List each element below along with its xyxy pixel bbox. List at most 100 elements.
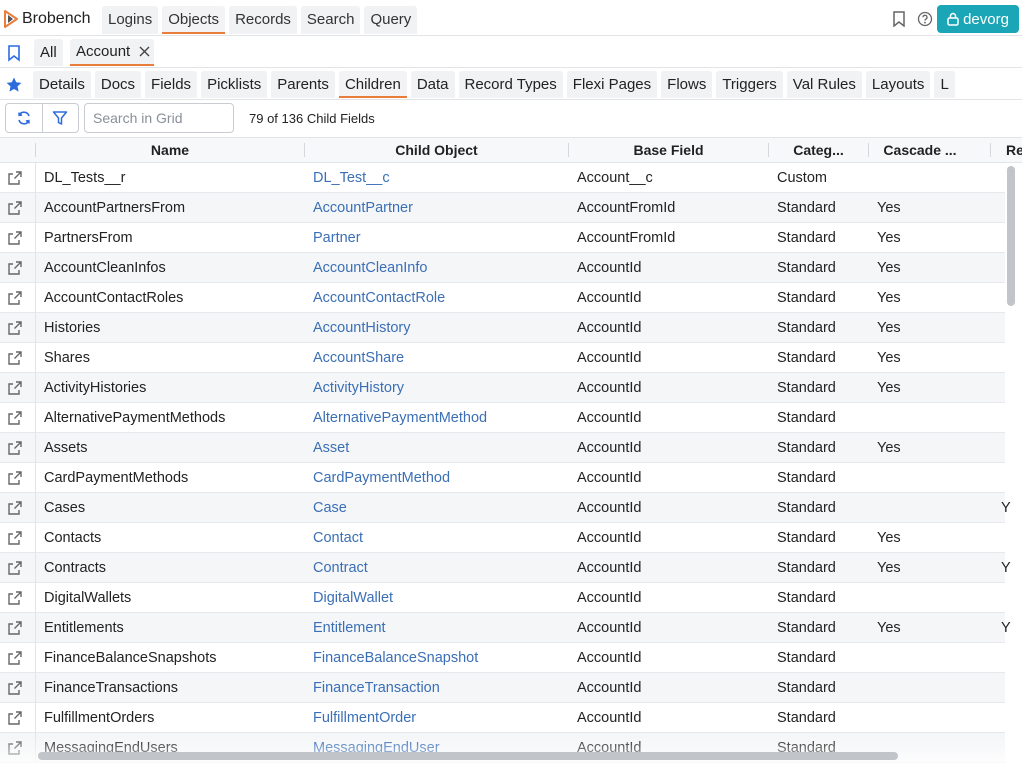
table-row[interactable]: AccountPartnersFrom AccountPartner Accou…	[0, 193, 1005, 223]
nav-tab-objects[interactable]: Objects	[162, 6, 226, 34]
bookmark-icon[interactable]	[890, 10, 908, 28]
open-in-new-icon[interactable]	[7, 410, 23, 426]
open-in-new-icon[interactable]	[7, 170, 23, 186]
cell-base-field: AccountId	[577, 440, 642, 456]
open-in-new-icon[interactable]	[7, 320, 23, 336]
table-row[interactable]: Contacts Contact AccountId Standard Yes	[0, 523, 1005, 553]
tab-children[interactable]: Children	[338, 71, 407, 98]
table-row[interactable]: Entitlements Entitlement AccountId Stand…	[0, 613, 1011, 643]
cell-child-object-link[interactable]: ActivityHistory	[313, 373, 568, 403]
table-row[interactable]: Contracts Contract AccountId Standard Ye…	[0, 553, 1011, 583]
open-in-new-icon[interactable]	[7, 500, 23, 516]
nav-tab-records[interactable]: Records	[229, 6, 297, 34]
open-in-new-icon[interactable]	[7, 380, 23, 396]
cell-relationship	[1001, 523, 1011, 553]
table-row[interactable]: FinanceTransactions FinanceTransaction A…	[0, 673, 1005, 703]
cell-child-object-link[interactable]: Asset	[313, 433, 568, 463]
tab-fields[interactable]: Fields	[145, 71, 198, 98]
table-row[interactable]: Cases Case AccountId Standard Y	[0, 493, 1011, 523]
org-button[interactable]: devorg	[937, 5, 1019, 33]
open-in-new-icon[interactable]	[7, 680, 23, 696]
cell-child-object-link[interactable]: Partner	[313, 223, 568, 253]
open-in-new-icon[interactable]	[7, 440, 23, 456]
cell-child-object-link[interactable]: FinanceTransaction	[313, 673, 568, 703]
open-in-new-icon[interactable]	[7, 290, 23, 306]
open-in-new-icon[interactable]	[7, 530, 23, 546]
open-in-new-icon[interactable]	[7, 230, 23, 246]
tab-triggers[interactable]: Triggers	[716, 71, 783, 98]
cell-child-object-link[interactable]: Case	[313, 493, 568, 523]
column-header-cascade-delete[interactable]: Cascade ...	[869, 138, 971, 162]
help-icon[interactable]	[916, 10, 934, 28]
open-in-new-icon[interactable]	[7, 650, 23, 666]
brand[interactable]: Brobench	[3, 8, 91, 30]
horizontal-scrollbar[interactable]	[38, 752, 898, 760]
nav-tab-logins[interactable]: Logins	[102, 6, 159, 34]
table-row[interactable]: Histories AccountHistory AccountId Stand…	[0, 313, 1005, 343]
filter-button[interactable]	[41, 104, 78, 132]
cell-child-object-link[interactable]: AlternativePaymentMethod	[313, 403, 568, 433]
cell-child-object-link[interactable]: AccountCleanInfo	[313, 253, 568, 283]
cell-name: Entitlements	[44, 620, 124, 636]
cell-child-object-link[interactable]: AccountContactRole	[313, 283, 568, 313]
column-header-base-field[interactable]: Base Field	[569, 138, 768, 162]
tab-flexi-pages[interactable]: Flexi Pages	[566, 71, 658, 98]
nav-tab-query[interactable]: Query	[364, 6, 418, 34]
close-icon[interactable]	[138, 46, 150, 58]
tab-layouts[interactable]: Layouts	[865, 71, 931, 98]
cell-child-object-link[interactable]: Entitlement	[313, 613, 568, 643]
star-icon[interactable]	[5, 76, 23, 94]
cell-child-object-link[interactable]: AccountShare	[313, 343, 568, 373]
cell-child-object-link[interactable]: FinanceBalanceSnapshot	[313, 643, 568, 673]
cell-child-object-link[interactable]: DL_Test__c	[313, 163, 568, 193]
open-in-new-icon[interactable]	[7, 710, 23, 726]
open-in-new-icon[interactable]	[7, 200, 23, 216]
refresh-button[interactable]	[6, 104, 42, 132]
table-row[interactable]: PartnersFrom Partner AccountFromId Stand…	[0, 223, 1005, 253]
open-in-new-icon[interactable]	[7, 470, 23, 486]
search-input[interactable]	[84, 103, 234, 133]
object-tab-account[interactable]: Account	[70, 39, 155, 66]
open-in-new-icon[interactable]	[7, 560, 23, 576]
cell-child-object-link[interactable]: CardPaymentMethod	[313, 463, 568, 493]
table-row[interactable]: FulfillmentOrders FulfillmentOrder Accou…	[0, 703, 1005, 733]
table-row[interactable]: DL_Tests__r DL_Test__c Account__c Custom	[0, 163, 1005, 193]
tab-data[interactable]: Data	[410, 71, 455, 98]
cell-child-object-link[interactable]: AccountHistory	[313, 313, 568, 343]
bookmark-object-icon[interactable]	[6, 44, 22, 62]
column-header-category[interactable]: Categ...	[769, 138, 868, 162]
vertical-scrollbar[interactable]	[1007, 166, 1015, 306]
open-in-new-icon[interactable]	[7, 620, 23, 636]
open-in-new-icon[interactable]	[7, 590, 23, 606]
open-in-new-icon[interactable]	[7, 260, 23, 276]
cell-child-object-link[interactable]: Contact	[313, 523, 568, 553]
tab-val-rules[interactable]: Val Rules	[786, 71, 862, 98]
tab-record-types[interactable]: Record Types	[458, 71, 563, 98]
tab-details[interactable]: Details	[33, 71, 91, 98]
open-in-new-icon[interactable]	[7, 740, 23, 756]
table-row[interactable]: Assets Asset AccountId Standard Yes	[0, 433, 1005, 463]
table-row[interactable]: CardPaymentMethods CardPaymentMethod Acc…	[0, 463, 1005, 493]
table-row[interactable]: FinanceBalanceSnapshots FinanceBalanceSn…	[0, 643, 1005, 673]
tab-flows[interactable]: Flows	[661, 71, 713, 98]
cell-child-object-link[interactable]: DigitalWallet	[313, 583, 568, 613]
cell-child-object-link[interactable]: FulfillmentOrder	[313, 703, 568, 733]
tab-docs[interactable]: Docs	[94, 71, 142, 98]
tab-more[interactable]: L	[934, 71, 955, 98]
column-header-child-object[interactable]: Child Object	[305, 138, 568, 162]
table-row[interactable]: ActivityHistories ActivityHistory Accoun…	[0, 373, 1005, 403]
tab-picklists[interactable]: Picklists	[201, 71, 268, 98]
table-row[interactable]: Shares AccountShare AccountId Standard Y…	[0, 343, 1005, 373]
nav-tab-search[interactable]: Search	[300, 6, 361, 34]
table-row[interactable]: DigitalWallets DigitalWallet AccountId S…	[0, 583, 1005, 613]
column-header-name[interactable]: Name	[36, 138, 304, 162]
open-in-new-icon[interactable]	[7, 350, 23, 366]
table-row[interactable]: AccountContactRoles AccountContactRole A…	[0, 283, 1005, 313]
tab-parents[interactable]: Parents	[271, 71, 335, 98]
column-header-relationship[interactable]: Re	[1006, 138, 1022, 162]
cell-child-object-link[interactable]: AccountPartner	[313, 193, 568, 223]
object-tab-all[interactable]: All	[34, 39, 63, 66]
table-row[interactable]: AccountCleanInfos AccountCleanInfo Accou…	[0, 253, 1005, 283]
cell-child-object-link[interactable]: Contract	[313, 553, 568, 583]
table-row[interactable]: AlternativePaymentMethods AlternativePay…	[0, 403, 1005, 433]
